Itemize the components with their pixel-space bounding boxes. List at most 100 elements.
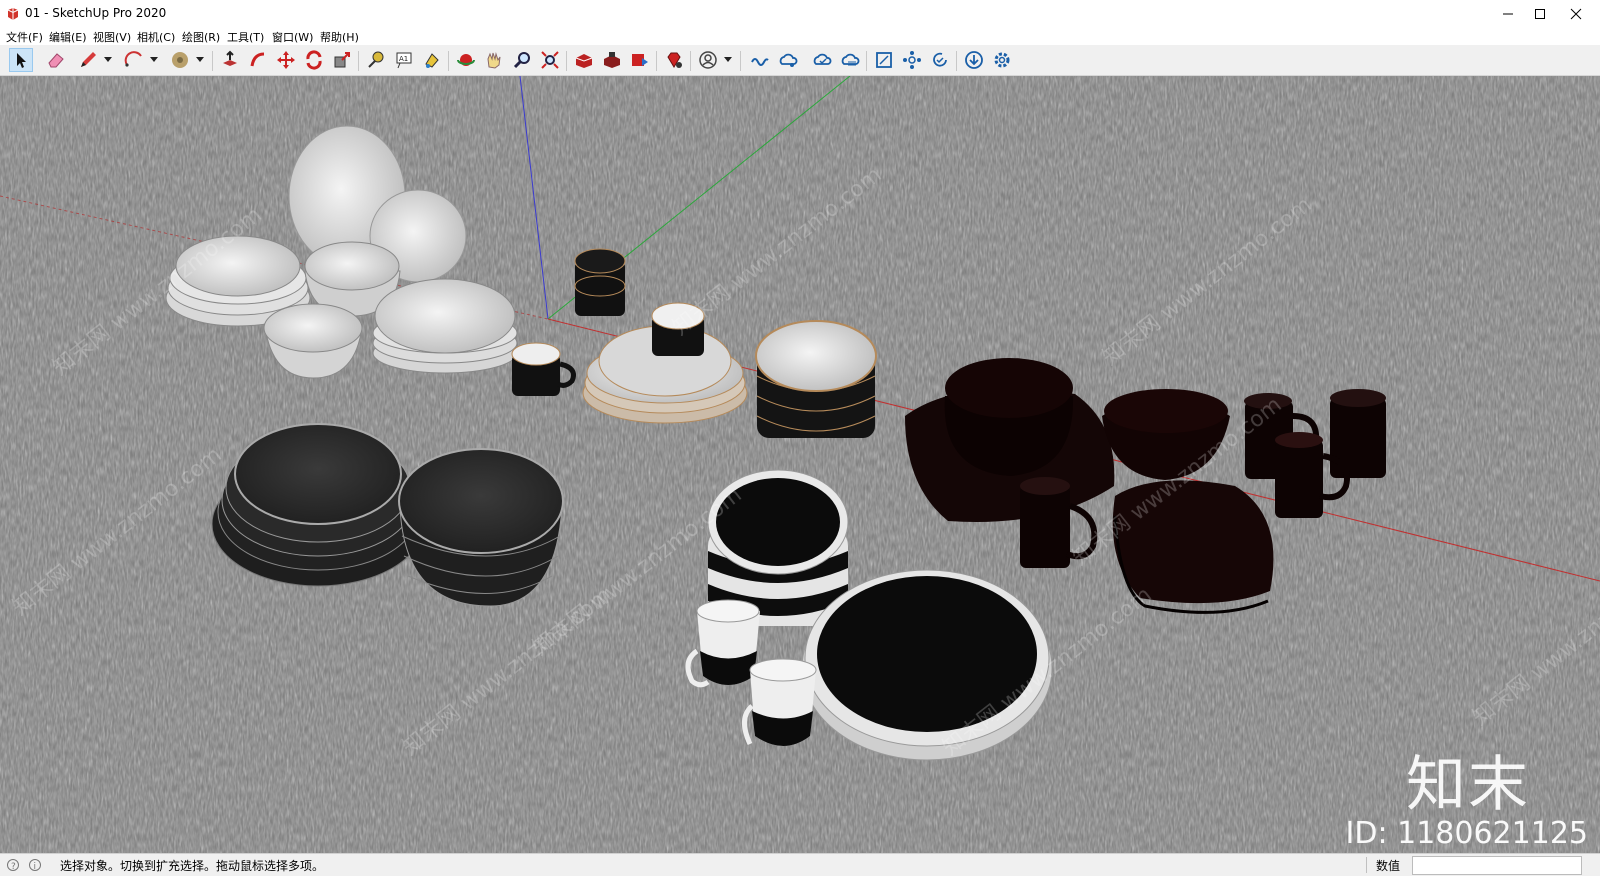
toolbar-separator — [740, 51, 741, 71]
info-icon[interactable]: i — [28, 858, 42, 872]
measurements-label: 数值 — [1376, 859, 1401, 873]
paint-tool-button[interactable] — [420, 48, 444, 72]
move-button[interactable] — [274, 48, 298, 72]
cloud-upload-icon — [841, 53, 860, 66]
toolbar-separator — [956, 51, 957, 71]
model-viewport[interactable]: 知末网 www.znzmo.com 知末网 www.znzmo.com 知末网 … — [0, 76, 1600, 853]
pan-button[interactable] — [482, 48, 506, 72]
menu-file[interactable]: 文件(F) — [6, 29, 43, 45]
zoom-button[interactable] — [510, 48, 534, 72]
scale-button[interactable] — [330, 48, 354, 72]
pan-icon — [487, 52, 501, 69]
rotate-button[interactable] — [302, 48, 326, 72]
scale-icon — [334, 52, 350, 68]
ruby-icon — [667, 52, 682, 68]
paint-icon — [425, 53, 439, 68]
select-icon — [17, 53, 26, 68]
trimble-connect-icon — [751, 58, 769, 66]
arc-dropdown-icon[interactable] — [150, 57, 158, 62]
warehouse-icon — [575, 54, 593, 68]
follow-me-button[interactable] — [246, 48, 270, 72]
paint-bucket-icon — [172, 52, 188, 68]
tape-measure-button[interactable] — [364, 48, 388, 72]
settings-icon — [994, 52, 1010, 68]
menu-draw[interactable]: 绘图(R) — [182, 29, 220, 45]
measurements-input[interactable] — [1412, 856, 1582, 875]
zoom-extents-icon — [541, 51, 559, 69]
ruby-console-button[interactable] — [662, 48, 686, 72]
zoom-icon — [513, 52, 530, 69]
toolbar-separator — [656, 51, 657, 71]
arc-tool-button[interactable] — [122, 48, 146, 72]
account-icon — [699, 51, 717, 69]
paint-dropdown-icon[interactable] — [196, 57, 204, 62]
menu-edit[interactable]: 编辑(E) — [49, 29, 87, 45]
toolbar-separator — [690, 51, 691, 71]
toolbar-separator — [866, 51, 867, 71]
close-button[interactable] — [1556, 0, 1596, 28]
svg-text:?: ? — [11, 862, 16, 872]
layout-icon — [632, 54, 648, 66]
layout-button[interactable] — [628, 48, 652, 72]
geo-location-icon[interactable]: ? — [6, 858, 20, 872]
toolbar-separator — [448, 51, 449, 71]
menu-view[interactable]: 视图(V) — [93, 29, 131, 45]
arc-icon — [124, 51, 142, 67]
orbit-icon — [457, 54, 475, 66]
toolbar-separator — [212, 51, 213, 71]
extension-warehouse-button[interactable] — [600, 48, 624, 72]
menu-camera[interactable]: 相机(C) — [137, 29, 175, 45]
watermark-logo: 知末 — [1406, 750, 1530, 820]
rotate-icon — [306, 50, 322, 70]
settings-button[interactable] — [990, 48, 1014, 72]
menu-tools[interactable]: 工具(T) — [227, 29, 264, 45]
component-button[interactable] — [900, 48, 924, 72]
svg-text:i: i — [34, 862, 37, 872]
title-bar: 01 - SketchUp Pro 2020 — [0, 0, 1600, 28]
zoom-extents-button[interactable] — [538, 48, 562, 72]
push-pull-icon — [223, 50, 237, 66]
eraser-icon — [48, 53, 64, 68]
minimize-icon — [1503, 13, 1513, 15]
maximize-button[interactable] — [1520, 0, 1560, 28]
maximize-icon — [1535, 9, 1545, 19]
tape-measure-icon — [368, 51, 384, 68]
trimble-connect-button[interactable] — [748, 48, 772, 72]
close-icon — [1570, 8, 1582, 20]
trimble-share-icon — [779, 53, 798, 67]
toolbar-separator — [566, 51, 567, 71]
update-button[interactable] — [928, 48, 952, 72]
pencil-dropdown-icon[interactable] — [104, 57, 112, 62]
menu-help[interactable]: 帮助(H) — [320, 29, 359, 45]
status-separator — [1366, 857, 1367, 873]
trimble-share-button[interactable] — [776, 48, 800, 72]
text-tool-button[interactable]: A1 — [392, 48, 416, 72]
account-button[interactable] — [696, 48, 720, 72]
scene-button[interactable] — [872, 48, 896, 72]
cloud-sync-button[interactable] — [810, 48, 834, 72]
scene-canvas: 知末网 www.znzmo.com 知末网 www.znzmo.com 知末网 … — [0, 76, 1600, 853]
eraser-tool-button[interactable] — [44, 48, 68, 72]
menu-window[interactable]: 窗口(W) — [272, 29, 313, 45]
status-message: 选择对象。切换到扩充选择。拖动鼠标选择多项。 — [60, 859, 325, 873]
extension-warehouse-icon — [604, 52, 620, 68]
window-title: 01 - SketchUp Pro 2020 — [25, 6, 167, 20]
download-button[interactable] — [962, 48, 986, 72]
push-pull-button[interactable] — [218, 48, 242, 72]
3d-warehouse-button[interactable] — [572, 48, 596, 72]
cloud-sync-icon — [813, 53, 832, 65]
watermark-id: ID: 1180621125 — [1345, 816, 1588, 851]
download-icon — [965, 51, 983, 69]
toolbar: A1 — [0, 45, 1600, 76]
scene-icon — [876, 52, 892, 68]
account-dropdown-icon[interactable] — [724, 57, 732, 62]
cloud-upload-button[interactable] — [838, 48, 862, 72]
pencil-icon — [81, 52, 96, 67]
paint-bucket-button[interactable] — [168, 48, 192, 72]
orbit-button[interactable] — [454, 48, 478, 72]
svg-text:A1: A1 — [399, 55, 408, 63]
select-tool-button[interactable] — [9, 48, 33, 72]
move-icon — [277, 51, 295, 69]
text-icon: A1 — [396, 52, 412, 69]
pencil-tool-button[interactable] — [76, 48, 100, 72]
